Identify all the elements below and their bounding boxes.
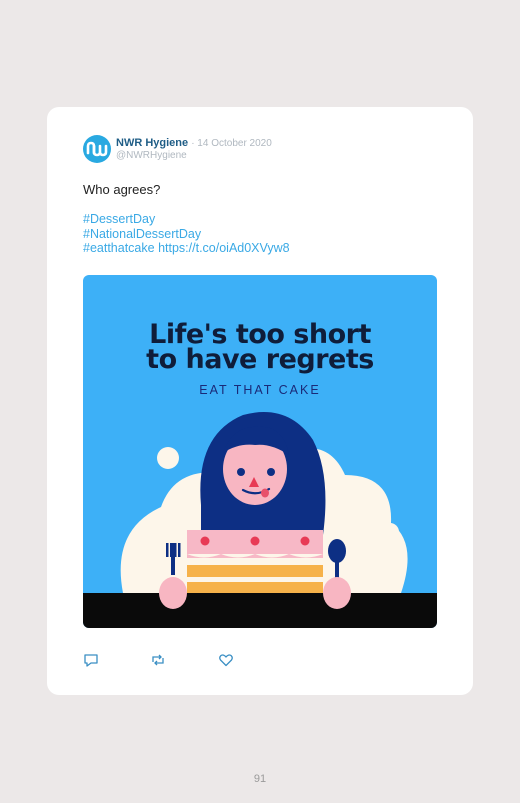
author-name[interactable]: NWR Hygiene (116, 137, 188, 149)
retweet-icon[interactable] (150, 652, 166, 668)
tweet-date[interactable]: · 14 October 2020 (191, 138, 272, 149)
tweet-hashtags: #DessertDay #NationalDessertDay #eatthat… (83, 212, 290, 256)
hashtag-link[interactable]: #eatthatcake (83, 241, 155, 255)
tweet-image[interactable]: Life's too short to have regrets EAT THA… (83, 275, 437, 628)
image-headline: to have regrets (146, 344, 374, 375)
tweet-card: NWR Hygiene · 14 October 2020 @NWRHygien… (47, 107, 473, 695)
tweet-text: Who agrees? (83, 182, 161, 197)
nw-logo-icon (86, 141, 108, 157)
hashtag-link[interactable]: #DessertDay (83, 212, 290, 227)
author-avatar[interactable] (83, 135, 111, 163)
image-subline: EAT THAT CAKE (199, 383, 321, 397)
hashtag-line: #eatthatcake https://t.co/oiAd0XVyw8 (83, 241, 290, 256)
reply-icon[interactable] (83, 652, 99, 668)
tweet-url-link[interactable]: https://t.co/oiAd0XVyw8 (158, 241, 290, 255)
hashtag-link[interactable]: #NationalDessertDay (83, 227, 290, 242)
author-handle[interactable]: @NWRHygiene (116, 150, 187, 161)
author-row: NWR Hygiene · 14 October 2020 (116, 137, 272, 149)
page-number: 91 (253, 773, 267, 785)
heart-icon[interactable] (218, 652, 234, 668)
